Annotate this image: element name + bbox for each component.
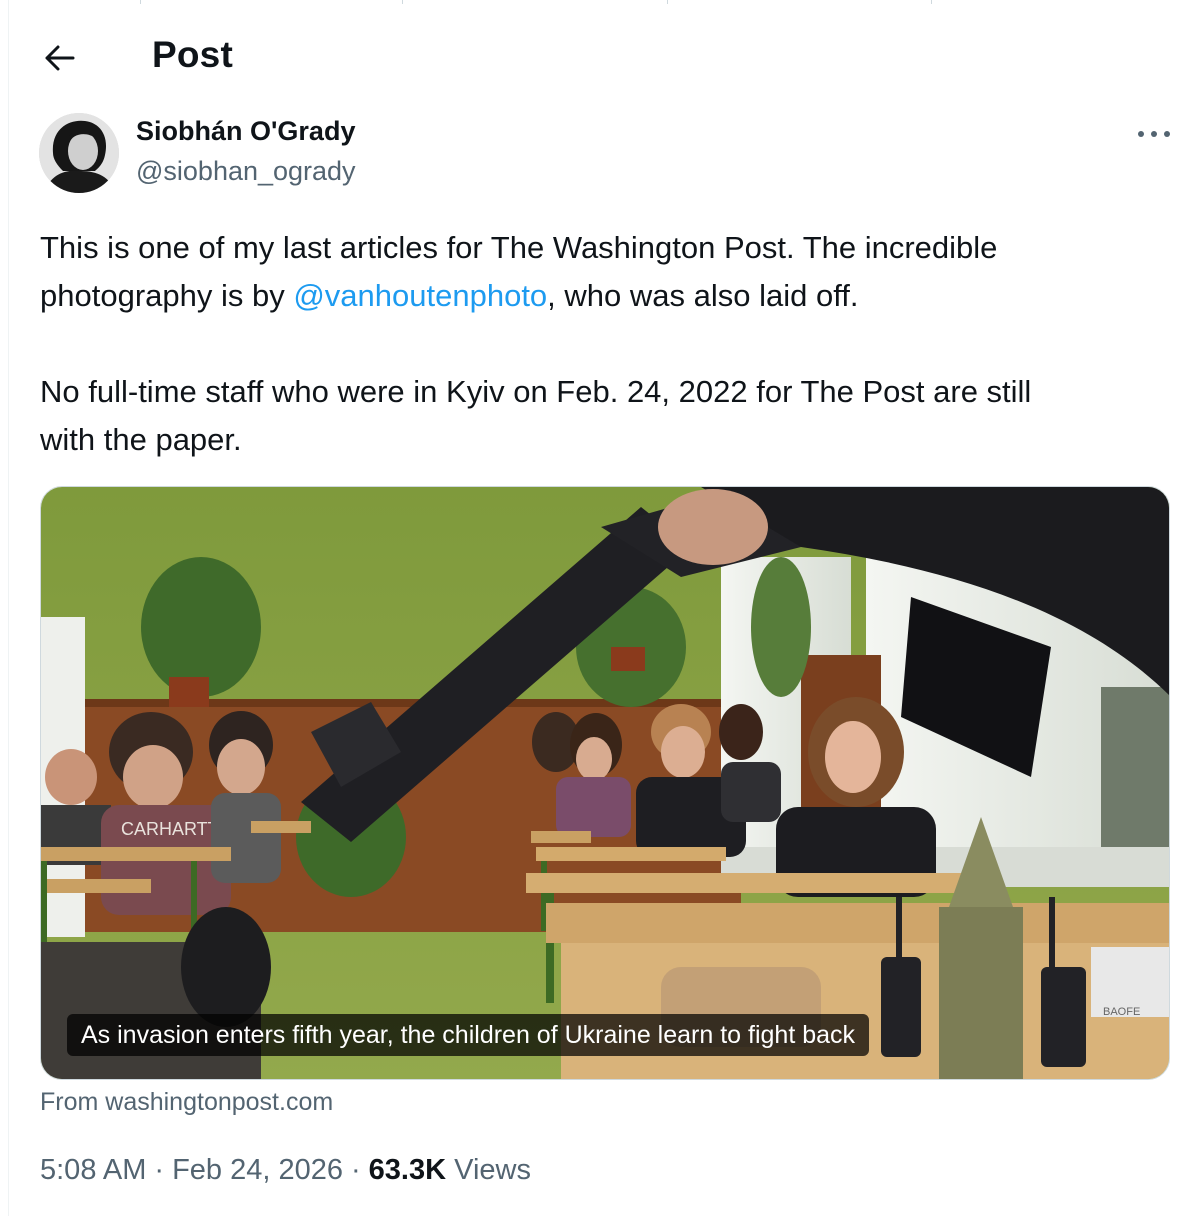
avatar[interactable] <box>39 113 119 193</box>
tweet-line: This is one of my last articles for The … <box>40 230 998 265</box>
views-label: Views <box>454 1154 531 1186</box>
card-caption: As invasion enters fifth year, the child… <box>67 1014 870 1056</box>
tweet-text: This is one of my last articles for The … <box>40 224 1175 464</box>
back-button[interactable] <box>36 36 84 80</box>
tweet-line: No full-time staff who were in Kyiv on F… <box>40 374 1032 409</box>
article-photo: CARHARTT BAOFE <box>41 487 1169 1079</box>
photo-box-text: BAOFE <box>1103 1006 1140 1018</box>
tweet-time[interactable]: 5:08 AM <box>40 1154 146 1186</box>
author-display-name[interactable]: Siobhán O'Grady <box>136 116 355 147</box>
tweet-line: with the paper. <box>40 422 242 457</box>
meta-separator: · <box>351 1154 361 1186</box>
link-card[interactable]: CARHARTT BAOFE As invasion enters fifth … <box>40 486 1170 1080</box>
photo-shirt-text: CARHARTT <box>121 819 219 839</box>
meta-separator: · <box>154 1154 165 1186</box>
post-header: Post <box>0 20 1200 92</box>
arrow-left-icon <box>45 45 75 71</box>
card-source[interactable]: From washingtonpost.com <box>40 1088 333 1117</box>
tweet-line: photography is by @vanhoutenphoto, who w… <box>40 272 1175 320</box>
more-button[interactable] <box>1128 118 1180 150</box>
tweet-meta: 5:08 AM · Feb 24, 2026 · 63.3K Views <box>40 1154 531 1187</box>
more-horizontal-icon <box>1138 131 1170 137</box>
tweet-text-segment: , who was also laid off. <box>547 278 859 313</box>
author-handle[interactable]: @siobhan_ogrady <box>136 156 356 187</box>
tweet-date[interactable]: Feb 24, 2026 <box>172 1154 343 1186</box>
avatar-image <box>39 113 119 193</box>
mention-link[interactable]: @vanhoutenphoto <box>293 278 547 313</box>
page-title: Post <box>152 34 233 75</box>
views-count: 63.3K <box>368 1154 447 1186</box>
tweet-text-segment: photography is by <box>40 278 294 313</box>
